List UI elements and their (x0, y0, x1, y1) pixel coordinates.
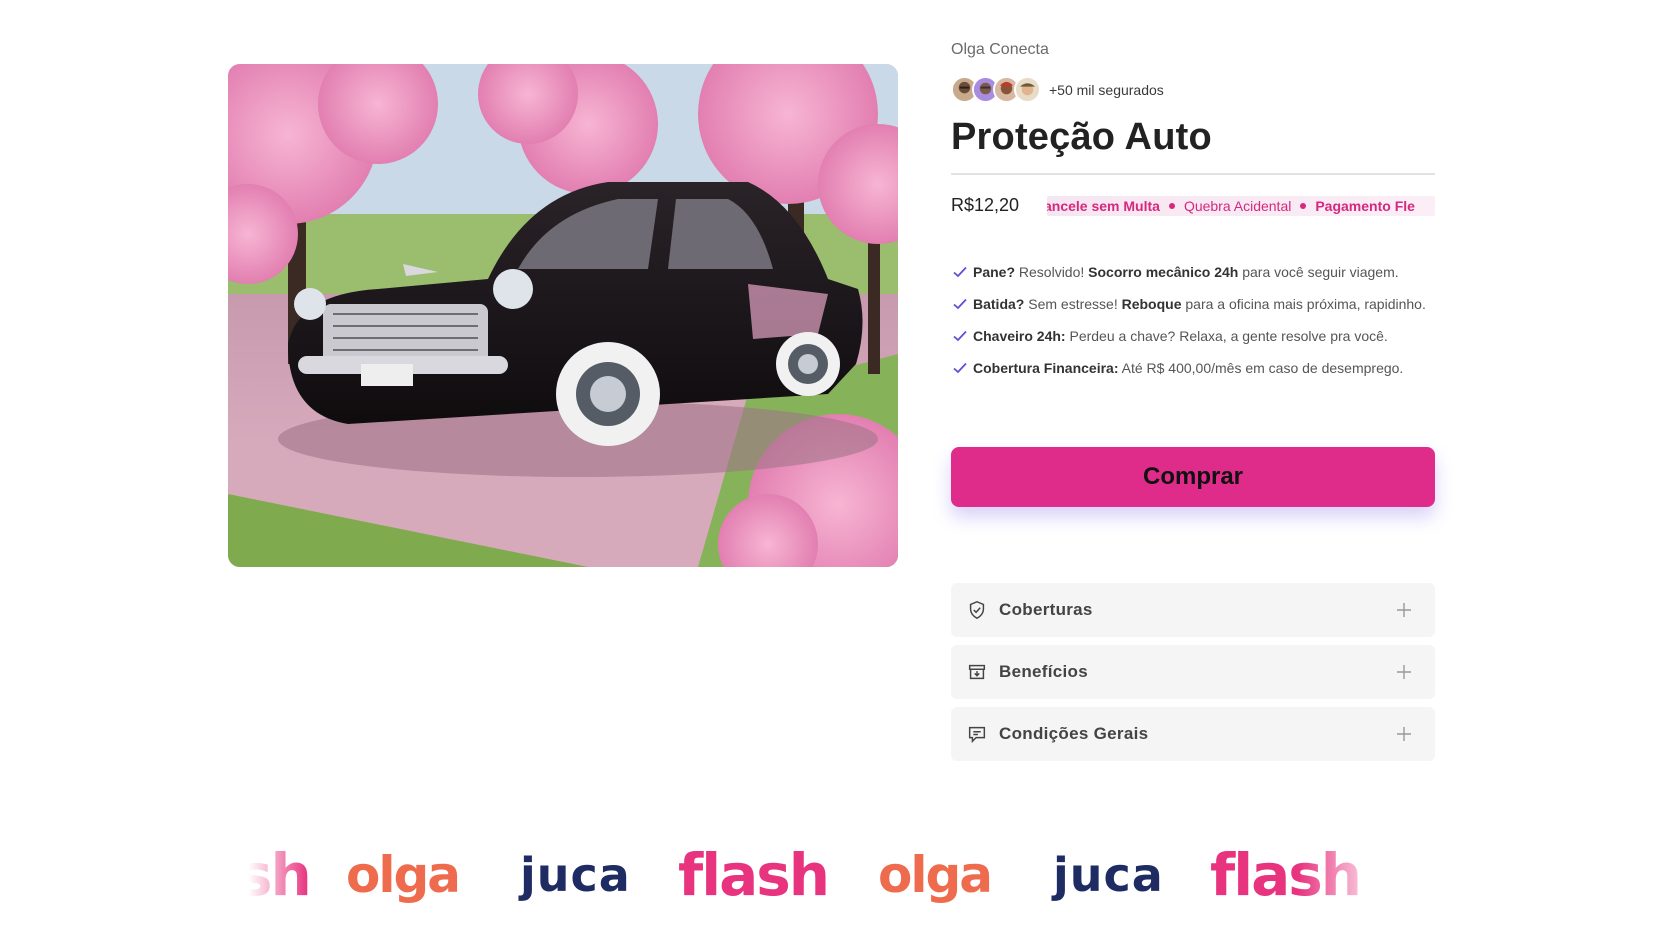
feature-lead: Cobertura Financeira: (973, 360, 1119, 376)
avatar (1014, 76, 1041, 103)
feature-text: Chaveiro 24h: Perdeu a chave? Relaxa, a … (973, 328, 1388, 344)
accordion-condicoes-gerais[interactable]: Condições Gerais (951, 707, 1435, 761)
accordion-coberturas[interactable]: Coberturas (951, 583, 1435, 637)
social-proof: +50 mil segurados (951, 76, 1164, 103)
chat-icon (968, 726, 986, 744)
feature-text: Cobertura Financeira: Até R$ 400,00/mês … (973, 360, 1403, 376)
product-image (228, 64, 898, 567)
check-icon (953, 266, 967, 278)
feature-highlight: Reboque (1121, 296, 1182, 312)
benefits-ticker: ancele sem Multa Quebra Acidental Pagame… (1047, 196, 1435, 216)
shield-check-icon (969, 600, 985, 620)
feature-lead: Chaveiro 24h: (973, 328, 1066, 344)
ticker-item: Quebra Acidental (1183, 198, 1292, 214)
flash-logo: flash (678, 841, 830, 909)
ticker-separator (1300, 203, 1307, 209)
accordion-label: Benefícios (999, 662, 1088, 681)
accordion-label: Condições Gerais (999, 724, 1149, 743)
feature-item: Chaveiro 24h: Perdeu a chave? Relaxa, a … (951, 320, 1435, 352)
feature-lead: Batida? (973, 296, 1025, 312)
feature-text-part: para você seguir viagem. (1238, 264, 1399, 280)
feature-highlight: Socorro mecânico 24h (1088, 264, 1239, 280)
accordion-beneficios[interactable]: Benefícios (951, 645, 1435, 699)
feature-list: Pane? Resolvido! Socorro mecânico 24h pa… (951, 256, 1435, 384)
feature-text-part: Sem estresse! (1024, 296, 1122, 312)
accordion-label: Coberturas (999, 600, 1093, 619)
buy-button[interactable]: Comprar (951, 447, 1435, 507)
check-icon (953, 298, 967, 310)
ticker-item: ancele sem Multa (1047, 198, 1160, 214)
plus-icon[interactable] (1395, 663, 1413, 681)
fade-left (238, 840, 308, 910)
brand-name: Olga Conecta (951, 41, 1049, 58)
product-price: R$12,20 (951, 195, 1020, 215)
divider (951, 173, 1435, 175)
feature-text-part: Até R$ 400,00/mês em caso de desemprego. (1118, 360, 1404, 376)
check-icon (953, 330, 967, 342)
check-icon (953, 362, 967, 374)
feature-text-part: para a oficina mais próxima, rapidinho. (1181, 296, 1426, 312)
feature-text: Pane? Resolvido! Socorro mecânico 24h pa… (973, 264, 1399, 280)
juca-logo: juca (1053, 848, 1164, 902)
feature-lead: Pane? (973, 264, 1016, 280)
car-photo (228, 64, 898, 567)
feature-text-part: Perdeu a chave? Relaxa, a gente resolve … (1065, 328, 1388, 344)
insured-count: +50 mil segurados (1049, 81, 1164, 98)
olga-logo: olga (346, 846, 461, 904)
feature-item: Batida? Sem estresse! Reboque para a ofi… (951, 288, 1435, 320)
feature-item: Pane? Resolvido! Socorro mecânico 24h pa… (951, 256, 1435, 288)
page-title: Proteção Auto (951, 116, 1212, 158)
avatar-group (951, 76, 1041, 103)
feature-text: Batida? Sem estresse! Reboque para a ofi… (973, 296, 1426, 312)
archive-icon (968, 664, 986, 680)
ticker-item: Pagamento Fle (1315, 198, 1415, 214)
plus-icon[interactable] (1395, 601, 1413, 619)
partner-logos: sh olga juca flash olga juca flash (238, 840, 1418, 910)
fade-right (1298, 840, 1418, 910)
olga-logo: olga (878, 846, 993, 904)
plus-icon[interactable] (1395, 725, 1413, 743)
juca-logo: juca (520, 848, 631, 902)
feature-item: Cobertura Financeira: Até R$ 400,00/mês … (951, 352, 1435, 384)
feature-text-part: Resolvido! (1015, 264, 1089, 280)
ticker-separator (1168, 203, 1175, 209)
